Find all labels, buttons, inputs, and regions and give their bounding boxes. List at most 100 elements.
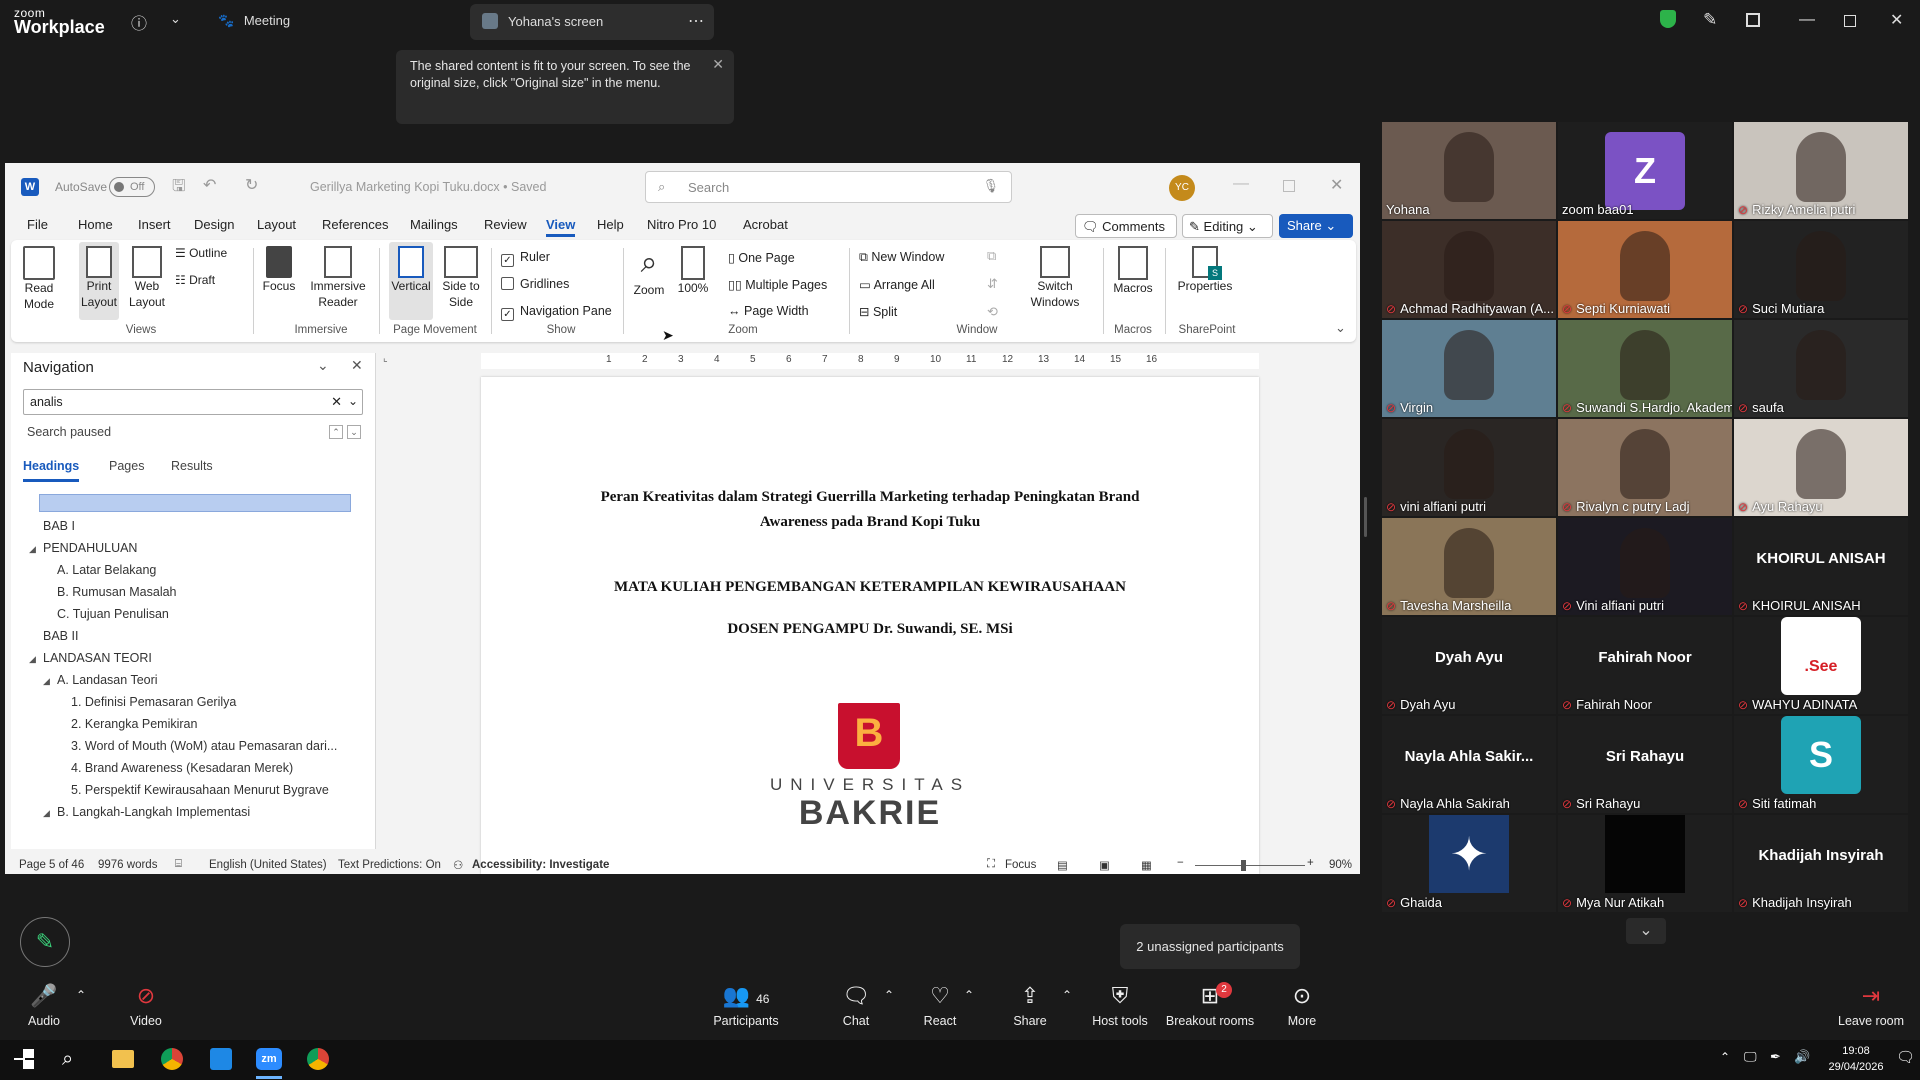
menu-references[interactable]: References [322,217,388,232]
word-count[interactable]: 9976 words [98,859,157,871]
participant-tile[interactable]: S ⊘ Siti fatimah [1734,716,1908,813]
nav-heading-item[interactable]: 3. Word of Mouth (WoM) atau Pemasaran da… [57,735,337,757]
maximize-icon[interactable] [1844,15,1856,27]
video-button[interactable]: ⊘ Video [122,978,170,1028]
nav-heading-item[interactable]: B. Rumusan Masalah [43,581,177,603]
menu-help[interactable]: Help [597,217,624,232]
undo-icon[interactable]: ↶ [203,175,216,195]
meeting-tab[interactable]: 🐾 Meeting [218,13,290,29]
view-side-by-side-icon[interactable]: ⧉ [987,248,996,264]
participant-tile[interactable]: Khadijah Insyirah ⊘ Khadijah Insyirah [1734,815,1908,912]
focus-mode-button[interactable]: Focus [1005,859,1036,871]
participant-tile[interactable]: Yohana [1382,122,1556,219]
participant-tile[interactable]: ✦ ⊘ Ghaida [1382,815,1556,912]
menu-home[interactable]: Home [78,217,113,232]
redo-icon[interactable]: ↻ [245,175,258,195]
immersive-reader-button[interactable]: Immersive Reader [307,246,369,310]
nav-heading-item[interactable]: C. Tujuan Penulisan [43,603,169,625]
print-layout-button[interactable]: Print Layout [79,242,119,320]
audio-options-chevron-icon[interactable]: ⌃ [76,988,86,1002]
next-result-icon[interactable]: ⌄ [347,425,361,439]
print-layout-status-icon[interactable]: ▣ [1099,858,1110,872]
participant-tile[interactable]: ⊘ Rivalyn c putry Ladj [1558,419,1732,516]
nav-close-icon[interactable]: ✕ [351,357,363,374]
nav-options-chevron-icon[interactable]: ⌄ [317,357,329,374]
participant-tile[interactable]: Nayla Ahla Sakir... ⊘ Nayla Ahla Sakirah [1382,716,1556,813]
page-width-button[interactable]: ↔ Page Width [728,304,809,318]
menu-mailings[interactable]: Mailings [410,217,458,232]
zoom-percent[interactable]: 90% [1329,859,1352,871]
save-icon[interactable]: 🖫 [172,175,186,202]
word-minimize-icon[interactable]: — [1233,175,1249,193]
zoom-in-icon[interactable]: + [1307,857,1314,869]
zoom-out-icon[interactable]: − [1177,857,1184,869]
tab-headings[interactable]: Headings [23,459,80,482]
nav-heading-item[interactable]: BAB I [29,515,75,537]
accessibility-status[interactable]: Accessibility: Investigate [472,859,609,871]
expand-triangle-icon[interactable]: ◢ [29,538,43,560]
focus-button[interactable]: Focus [261,246,297,294]
arrange-all-button[interactable]: ▭ Arrange All [859,277,935,292]
menu-insert[interactable]: Insert [138,217,171,232]
multiple-pages-button[interactable]: ▯▯ Multiple Pages [728,277,827,292]
properties-button[interactable]: S Properties [1173,246,1237,294]
minimize-icon[interactable]: — [1799,11,1815,29]
zoom-button[interactable]: ⌕ Zoom [631,246,667,298]
more-button[interactable]: ⊙ More [1282,978,1322,1028]
host-tools-button[interactable]: ⛨ Host tools [1090,978,1150,1028]
participant-tile[interactable]: ⊘ Vini alfiani putri [1558,518,1732,615]
autosave-toggle[interactable]: Off [109,177,155,197]
participant-tile[interactable]: ⊘ Suci Mutiara [1734,221,1908,318]
participant-tile[interactable]: ⊘ Achmad Radhityawan (A... [1382,221,1556,318]
menu-layout[interactable]: Layout [257,217,296,232]
participant-tile[interactable]: Dyah Ayu ⊘ Dyah Ayu [1382,617,1556,714]
notifications-icon[interactable]: 🗨 [1896,1048,1915,1066]
synchronous-scrolling-icon[interactable]: ⇵ [987,276,998,292]
vertical-button[interactable]: Vertical [389,242,433,320]
breakout-rooms-button[interactable]: ⊞ 2 Breakout rooms [1164,978,1256,1028]
expand-triangle-icon[interactable]: ◢ [29,648,43,670]
leave-room-button[interactable]: ⇥ Leave room [1838,978,1904,1028]
clear-search-icon[interactable]: ✕ [331,394,342,410]
shield-icon[interactable] [1660,10,1676,28]
reset-window-icon[interactable]: ⟲ [987,304,998,320]
network-icon[interactable]: 🖵 [1744,1049,1757,1065]
document-title[interactable]: Gerillya Marketing Kopi Tuku.docx • Save… [310,180,546,194]
read-mode-status-icon[interactable]: ▤ [1057,858,1068,872]
chevron-down-icon[interactable]: ⌄ [170,11,181,27]
search-taskbar-icon[interactable]: ⌕ [62,1048,73,1071]
react-button[interactable]: ♡ React [920,978,960,1028]
zoom-100-button[interactable]: 100% [675,246,711,296]
page-count[interactable]: Page 5 of 46 [19,859,84,871]
view-layout-icon[interactable] [1746,13,1760,27]
expand-triangle-icon[interactable]: ◢ [43,670,57,692]
gallery-scroll-down-icon[interactable]: ⌄ [1626,918,1666,944]
participant-tile[interactable]: ⊘ Ayu Rahayu [1734,419,1908,516]
web-layout-button[interactable]: Web Layout [127,246,167,310]
windows-start-icon[interactable] [14,1049,34,1069]
microphone-icon[interactable]: 🎙 [982,178,999,194]
macros-button[interactable]: Macros [1111,246,1155,296]
react-options-chevron-icon[interactable]: ⌃ [964,988,974,1002]
menu-design[interactable]: Design [194,217,234,232]
participant-tile[interactable]: ⊘ Rizky Amelia putri [1734,122,1908,219]
new-window-button[interactable]: ⧉ New Window [859,250,944,265]
zoom-slider-thumb[interactable] [1241,860,1246,871]
pen-tray-icon[interactable]: ✒ [1770,1049,1781,1065]
participant-tile[interactable]: ⊘ Suwandi S.Hardjo. Akademi... [1558,320,1732,417]
chrome-icon-2[interactable] [307,1048,329,1070]
share-options-chevron-icon[interactable]: ⌃ [1062,988,1072,1002]
search-options-chevron-icon[interactable]: ⌄ [348,394,358,408]
more-options-icon[interactable]: ⋯ [688,11,704,31]
participants-button[interactable]: 👥 46 Participants [708,978,784,1028]
share-button[interactable]: Share ⌄ [1279,214,1353,238]
nav-heading-item[interactable]: ◢ LANDASAN TEORI [29,647,152,669]
expand-triangle-icon[interactable]: ◢ [43,802,57,824]
share-screen-button[interactable]: ⇪ Share [1010,978,1050,1028]
zoom-slider[interactable] [1195,865,1305,866]
annotate-pen-icon[interactable]: ✎ [20,917,70,967]
info-icon[interactable]: ⓘ [131,10,147,34]
menu-file[interactable]: File [27,217,48,232]
clock[interactable]: 19:08 29/04/2026 [1826,1043,1886,1075]
nav-heading-item[interactable]: ◢ PENDAHULUAN [29,537,137,559]
